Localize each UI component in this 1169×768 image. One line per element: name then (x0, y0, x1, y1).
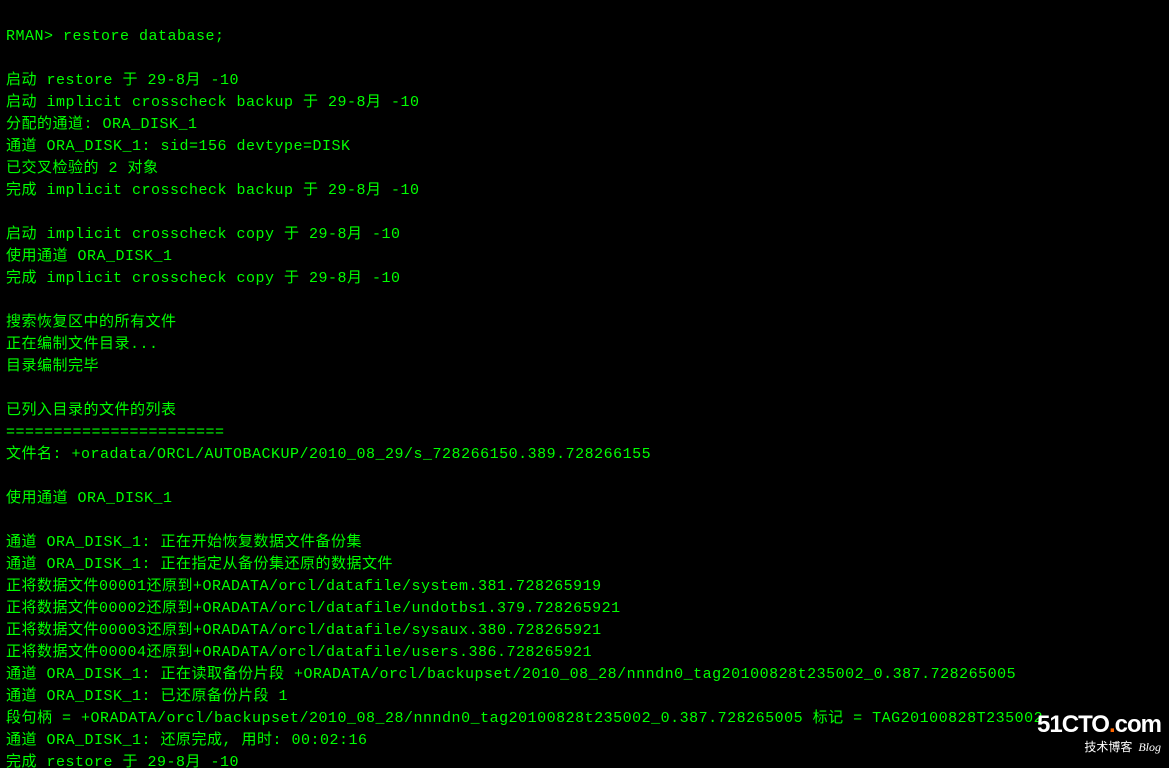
output-body: 启动 restore 于 29-8月 -10 启动 implicit cross… (6, 48, 1163, 768)
rman-command[interactable]: restore database; (63, 28, 225, 45)
terminal-output: RMAN> restore database; 启动 restore 于 29-… (0, 0, 1169, 768)
rman-prompt: RMAN> (6, 28, 63, 45)
